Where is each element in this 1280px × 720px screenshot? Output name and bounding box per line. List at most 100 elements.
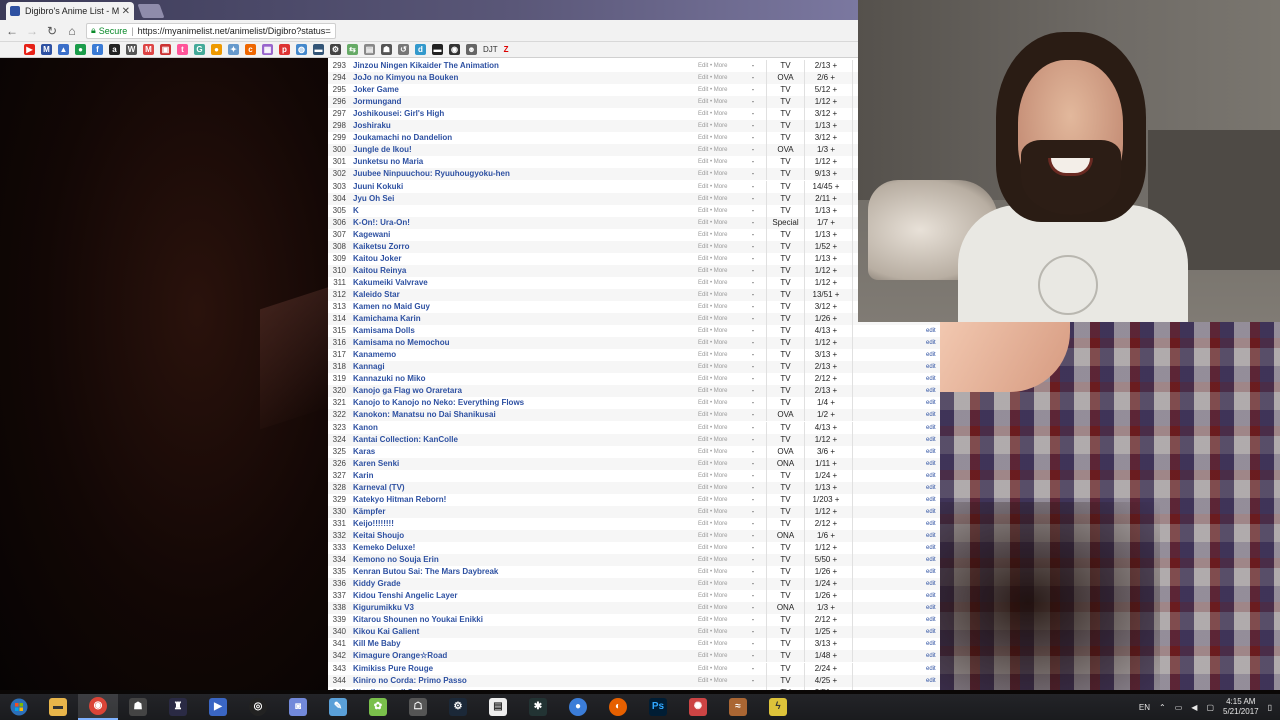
arrows-bookmark-icon[interactable]: ⇆: [347, 44, 358, 55]
score-value[interactable]: -: [748, 518, 758, 530]
anime-title-link[interactable]: Kiniro no Corda: Primo Passo: [353, 675, 653, 687]
anime-title-link[interactable]: Keijo!!!!!!!!: [353, 518, 653, 530]
anime-title-link[interactable]: Jinzou Ningen Kikaider The Animation: [353, 60, 653, 72]
anime-title-link[interactable]: Jyu Oh Sei: [353, 193, 653, 205]
progress-value[interactable]: 1/7 +: [806, 217, 846, 229]
score-value[interactable]: -: [748, 265, 758, 277]
progress-value[interactable]: 1/26 +: [806, 590, 846, 602]
edit-more-link[interactable]: Edit • More: [698, 72, 727, 84]
edit-more-link[interactable]: Edit • More: [698, 590, 727, 602]
edit-link[interactable]: edit: [926, 614, 936, 626]
edit-link[interactable]: edit: [926, 434, 936, 446]
progress-value[interactable]: 3/12 +: [806, 108, 846, 120]
anime-title-link[interactable]: Kannagi: [353, 361, 653, 373]
refresh-bookmark-icon[interactable]: ↺: [398, 44, 409, 55]
tumblr-bookmark-icon[interactable]: t: [177, 44, 188, 55]
edit-link[interactable]: edit: [926, 566, 936, 578]
score-value[interactable]: -: [748, 482, 758, 494]
progress-value[interactable]: 1/12 +: [806, 506, 846, 518]
edit-link[interactable]: edit: [926, 470, 936, 482]
home-icon[interactable]: ⌂: [66, 24, 78, 38]
taskbar-chrome[interactable]: ◉: [78, 694, 118, 720]
anime-title-link[interactable]: Keitai Shoujo: [353, 530, 653, 542]
edit-link[interactable]: edit: [926, 602, 936, 614]
edit-link[interactable]: edit: [926, 590, 936, 602]
taskbar-app-mask[interactable]: ☗: [118, 694, 158, 720]
edit-more-link[interactable]: Edit • More: [698, 96, 727, 108]
edit-link[interactable]: edit: [926, 650, 936, 662]
reload-icon[interactable]: ↻: [46, 24, 58, 38]
start-button[interactable]: [0, 694, 38, 720]
score-value[interactable]: -: [748, 84, 758, 96]
score-value[interactable]: -: [748, 241, 758, 253]
anime-title-link[interactable]: Jormungand: [353, 96, 653, 108]
anime-title-link[interactable]: Karen Senki: [353, 458, 653, 470]
anime-title-link[interactable]: Karas: [353, 446, 653, 458]
edit-more-link[interactable]: Edit • More: [698, 156, 727, 168]
anime-title-link[interactable]: Kanon: [353, 422, 653, 434]
anime-title-link[interactable]: Kaiketsu Zorro: [353, 241, 653, 253]
taskbar-app-pen[interactable]: ✎: [318, 694, 358, 720]
progress-value[interactable]: 1/12 +: [806, 265, 846, 277]
progress-value[interactable]: 3/12 +: [806, 132, 846, 144]
edit-more-link[interactable]: Edit • More: [698, 578, 727, 590]
progress-value[interactable]: 13/51 +: [806, 289, 846, 301]
score-value[interactable]: -: [748, 446, 758, 458]
progress-value[interactable]: 3/12 +: [806, 301, 846, 313]
edit-link[interactable]: edit: [926, 482, 936, 494]
anime-title-link[interactable]: Jungle de Ikou!: [353, 144, 653, 156]
progress-value[interactable]: 2/12 +: [806, 518, 846, 530]
taskbar-app-play[interactable]: ▶: [198, 694, 238, 720]
gmail-bookmark-icon[interactable]: M: [143, 44, 154, 55]
edit-more-link[interactable]: Edit • More: [698, 397, 727, 409]
score-value[interactable]: -: [748, 422, 758, 434]
robot-bookmark-icon[interactable]: ☗: [381, 44, 392, 55]
progress-value[interactable]: 1/2 +: [806, 409, 846, 421]
anime-title-link[interactable]: Joshiraku: [353, 120, 653, 132]
edit-more-link[interactable]: Edit • More: [698, 385, 727, 397]
edit-link[interactable]: edit: [926, 530, 936, 542]
drive-bookmark-icon[interactable]: ▲: [58, 44, 69, 55]
edit-more-link[interactable]: Edit • More: [698, 144, 727, 156]
progress-value[interactable]: 3/13 +: [806, 638, 846, 650]
language-indicator[interactable]: EN: [1139, 703, 1150, 712]
progress-value[interactable]: 1/24 +: [806, 578, 846, 590]
anime-title-link[interactable]: Kannazuki no Miko: [353, 373, 653, 385]
anime-title-link[interactable]: Kemono no Souja Erin: [353, 554, 653, 566]
address-bar[interactable]: 🔒︎ Secure | https://myanimelist.net/anim…: [86, 22, 336, 39]
progress-value[interactable]: 1/4 +: [806, 397, 846, 409]
anime-title-link[interactable]: JoJo no Kimyou na Bouken: [353, 72, 653, 84]
djt-bookmark[interactable]: DJT: [483, 44, 498, 55]
edit-link[interactable]: edit: [926, 638, 936, 650]
progress-value[interactable]: 1/12 +: [806, 337, 846, 349]
score-value[interactable]: -: [748, 409, 758, 421]
anime-title-link[interactable]: Kiddy Grade: [353, 578, 653, 590]
edit-more-link[interactable]: Edit • More: [698, 470, 727, 482]
taskbar-explorer[interactable]: ▬: [38, 694, 78, 720]
edit-more-link[interactable]: Edit • More: [698, 446, 727, 458]
score-value[interactable]: -: [748, 108, 758, 120]
anime-title-link[interactable]: Kagewani: [353, 229, 653, 241]
taskbar-app-doc[interactable]: ▤: [478, 694, 518, 720]
edit-more-link[interactable]: Edit • More: [698, 289, 727, 301]
score-value[interactable]: -: [748, 361, 758, 373]
score-value[interactable]: -: [748, 590, 758, 602]
taskbar-firefox[interactable]: ◐: [598, 694, 638, 720]
edit-more-link[interactable]: Edit • More: [698, 168, 727, 180]
edit-link[interactable]: edit: [926, 494, 936, 506]
taskbar-app-circuit[interactable]: ✱: [518, 694, 558, 720]
progress-value[interactable]: 5/12 +: [806, 84, 846, 96]
grid-bookmark-icon[interactable]: ▤: [364, 44, 375, 55]
edit-more-link[interactable]: Edit • More: [698, 120, 727, 132]
progress-value[interactable]: 2/11 +: [806, 193, 846, 205]
edit-link[interactable]: edit: [926, 554, 936, 566]
progress-value[interactable]: 2/12 +: [806, 373, 846, 385]
tab-close-icon[interactable]: ✕: [122, 6, 130, 17]
browser-tab[interactable]: Digibro's Anime List - M ✕: [6, 2, 134, 20]
taskbar-app-obs[interactable]: ◎: [238, 694, 278, 720]
anime-title-link[interactable]: Karneval (TV): [353, 482, 653, 494]
anime-title-link[interactable]: Kigurumikku V3: [353, 602, 653, 614]
edit-link[interactable]: edit: [926, 373, 936, 385]
edit-link[interactable]: edit: [926, 397, 936, 409]
pinterest-bookmark-icon[interactable]: p: [279, 44, 290, 55]
